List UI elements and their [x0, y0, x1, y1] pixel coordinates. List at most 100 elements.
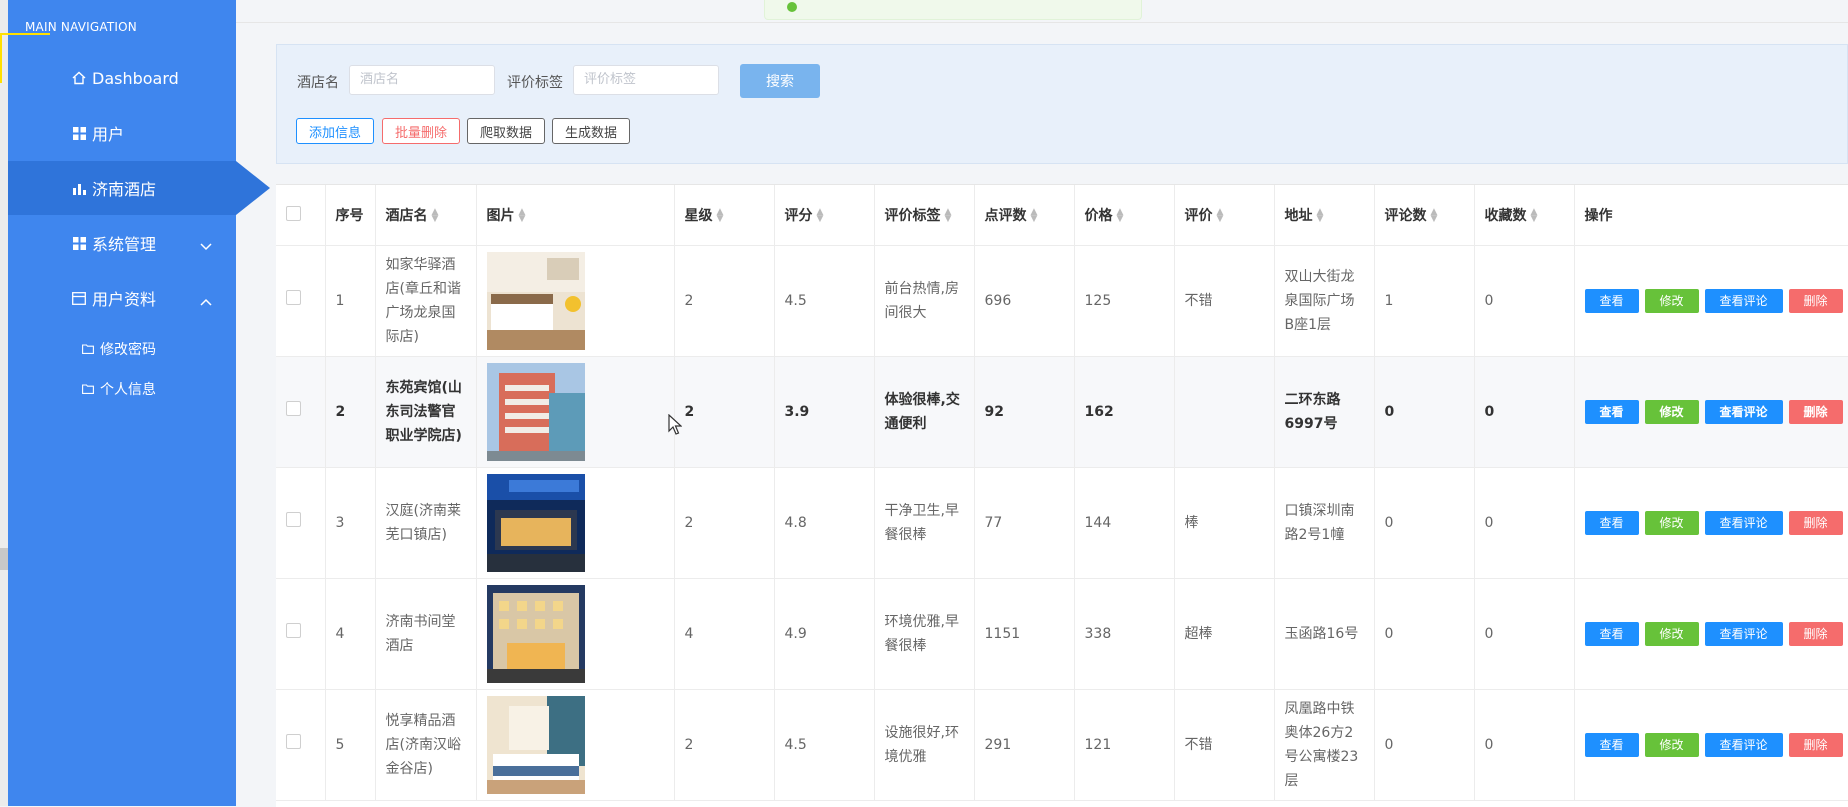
column-header-image[interactable]: 图片 ▲ ▼ — [476, 185, 675, 246]
row-checkbox[interactable] — [286, 290, 301, 305]
generate-data-button[interactable]: 生成数据 — [552, 118, 630, 144]
sort-icon[interactable]: ▲ ▼ — [1031, 208, 1038, 224]
add-info-button[interactable]: 添加信息 — [296, 118, 374, 144]
grid-icon — [70, 236, 88, 250]
nav-section-title: MAIN NAVIGATION — [25, 20, 137, 34]
check-icon — [787, 2, 797, 12]
delete-button[interactable]: 删除 — [1788, 622, 1843, 646]
delete-button[interactable]: 删除 — [1788, 733, 1843, 757]
batch-delete-button[interactable]: 批量删除 — [382, 118, 460, 144]
edit-button[interactable]: 修改 — [1644, 289, 1699, 313]
bar-chart-icon — [70, 182, 88, 195]
column-header-tags[interactable]: 评价标签 ▲ ▼ — [874, 185, 975, 246]
cell-address: 凤凰路中铁奥体26方2号公寓楼23层 — [1274, 689, 1375, 801]
sidebar-item-user-profile[interactable]: 用户资料 — [8, 271, 236, 325]
cell-no: 1 — [325, 245, 376, 357]
view-comments-button[interactable]: 查看评论 — [1704, 400, 1783, 424]
table-row: 1 如家华驿酒店(章丘和谐广场龙泉国际店) 2 4.5 前台热情,房间很大 69… — [276, 245, 1848, 357]
view-button[interactable]: 查看 — [1584, 622, 1639, 646]
select-all-checkbox[interactable] — [286, 205, 301, 221]
cell-hotel-name: 济南书间堂酒店 — [375, 578, 477, 690]
column-header-hotel-name[interactable]: 酒店名 ▲ ▼ — [375, 185, 477, 246]
sidebar-subitem-personal-info[interactable]: 个人信息 — [82, 379, 156, 399]
column-header-no: 序号 — [325, 185, 376, 246]
cell-star: 2 — [674, 356, 775, 468]
cell-favorites: 0 — [1474, 578, 1575, 690]
sidebar-subitem-label: 个人信息 — [100, 382, 156, 398]
sidebar-item-label: 系统管理 — [92, 235, 157, 254]
sort-icon[interactable]: ▲ ▼ — [717, 208, 724, 224]
view-comments-button[interactable]: 查看评论 — [1704, 622, 1783, 646]
delete-button[interactable]: 删除 — [1788, 511, 1843, 535]
delete-button[interactable]: 删除 — [1788, 400, 1843, 424]
sort-icon[interactable]: ▲ ▼ — [1531, 208, 1538, 224]
column-header-review-count[interactable]: 点评数 ▲ ▼ — [974, 185, 1075, 246]
cell-comments: 0 — [1374, 356, 1475, 468]
view-comments-button[interactable]: 查看评论 — [1704, 289, 1783, 313]
sort-icon[interactable]: ▲ ▼ — [945, 208, 952, 224]
column-header-score[interactable]: 评分 ▲ ▼ — [774, 185, 875, 246]
sort-icon[interactable]: ▲ ▼ — [432, 208, 439, 224]
column-header-price[interactable]: 价格 ▲ ▼ — [1074, 185, 1175, 246]
column-header-address[interactable]: 地址 ▲ ▼ — [1274, 185, 1375, 246]
folder-icon — [82, 344, 94, 354]
sort-icon[interactable]: ▲ ▼ — [1317, 208, 1324, 224]
sidebar-item-system-management[interactable]: 系统管理 — [8, 216, 236, 270]
sort-icon[interactable]: ▲ ▼ — [817, 208, 824, 224]
view-comments-button[interactable]: 查看评论 — [1704, 511, 1783, 535]
sidebar-item-users[interactable]: 用户 — [8, 106, 236, 160]
view-button[interactable]: 查看 — [1584, 400, 1639, 424]
review-tag-input[interactable]: 评价标签 — [573, 65, 719, 95]
sidebar-item-dashboard[interactable]: Dashboard — [8, 51, 236, 105]
sidebar-subitem-change-password[interactable]: 修改密码 — [82, 339, 156, 359]
cell-no: 2 — [325, 356, 376, 468]
cell-tags: 干净卫生,早餐很棒 — [874, 467, 975, 579]
sidebar-item-label: 用户 — [92, 125, 125, 144]
hotel-name-input[interactable]: 酒店名 — [349, 65, 495, 95]
focus-marker — [0, 33, 50, 35]
row-checkbox[interactable] — [286, 401, 301, 416]
table-row: 5 悦享精品酒店(济南汉峪金谷店) 2 4.5 设施很好,环境优雅 291 12… — [276, 689, 1848, 801]
sort-icon[interactable]: ▲ ▼ — [1431, 208, 1438, 224]
cell-tags: 体验很棒,交通便利 — [874, 356, 975, 468]
cell-tags: 环境优雅,早餐很棒 — [874, 578, 975, 690]
column-header-comments[interactable]: 评论数 ▲ ▼ — [1374, 185, 1475, 246]
edit-button[interactable]: 修改 — [1644, 733, 1699, 757]
cell-review-count: 77 — [974, 467, 1075, 579]
sidebar-item-jinan-hotel[interactable]: 济南酒店 — [8, 161, 270, 215]
sort-icon[interactable]: ▲ ▼ — [1217, 208, 1224, 224]
scrollbar-handle[interactable] — [0, 548, 8, 570]
row-checkbox[interactable] — [286, 512, 301, 527]
mouse-cursor-icon — [668, 414, 682, 435]
cell-address: 双山大街龙泉国际广场B座1层 — [1274, 245, 1375, 357]
sidebar-item-label: 用户资料 — [92, 290, 157, 309]
calendar-icon — [70, 291, 88, 305]
edit-button[interactable]: 修改 — [1644, 622, 1699, 646]
cell-rating: 不错 — [1174, 689, 1275, 801]
cell-star: 2 — [674, 467, 775, 579]
sort-icon[interactable]: ▲ ▼ — [1117, 208, 1124, 224]
row-checkbox[interactable] — [286, 623, 301, 638]
search-button[interactable]: 搜索 — [740, 64, 820, 98]
cell-actions: 查看 修改 查看评论 删除 — [1574, 245, 1848, 357]
cell-actions: 查看 修改 查看评论 删除 — [1574, 356, 1848, 468]
edit-button[interactable]: 修改 — [1644, 511, 1699, 535]
cell-no: 4 — [325, 578, 376, 690]
edit-button[interactable]: 修改 — [1644, 400, 1699, 424]
view-button[interactable]: 查看 — [1584, 289, 1639, 313]
view-button[interactable]: 查看 — [1584, 733, 1639, 757]
view-comments-button[interactable]: 查看评论 — [1704, 733, 1783, 757]
view-button[interactable]: 查看 — [1584, 511, 1639, 535]
table-row: 3 汉庭(济南莱芜口镇店) 2 4.8 干净卫生,早餐很棒 77 144 棒 口… — [276, 467, 1848, 579]
delete-button[interactable]: 删除 — [1788, 289, 1843, 313]
column-header-star[interactable]: 星级 ▲ ▼ — [674, 185, 775, 246]
cell-comments: 0 — [1374, 467, 1475, 579]
sort-icon[interactable]: ▲ ▼ — [519, 208, 526, 224]
cell-comments: 0 — [1374, 578, 1475, 690]
cell-rating: 不错 — [1174, 245, 1275, 357]
column-header-favorites[interactable]: 收藏数 ▲ ▼ — [1474, 185, 1575, 246]
table-header-row: 序号 酒店名 ▲ ▼ 图片 ▲ ▼ 星级 ▲ ▼ 评分 ▲ ▼ 评价标签 ▲ ▼ 点评数 ▲ ▼ 价格 ▲… — [276, 185, 1848, 246]
crawl-data-button[interactable]: 爬取数据 — [467, 118, 545, 144]
row-checkbox[interactable] — [286, 734, 301, 749]
column-header-rating[interactable]: 评价 ▲ ▼ — [1174, 185, 1275, 246]
